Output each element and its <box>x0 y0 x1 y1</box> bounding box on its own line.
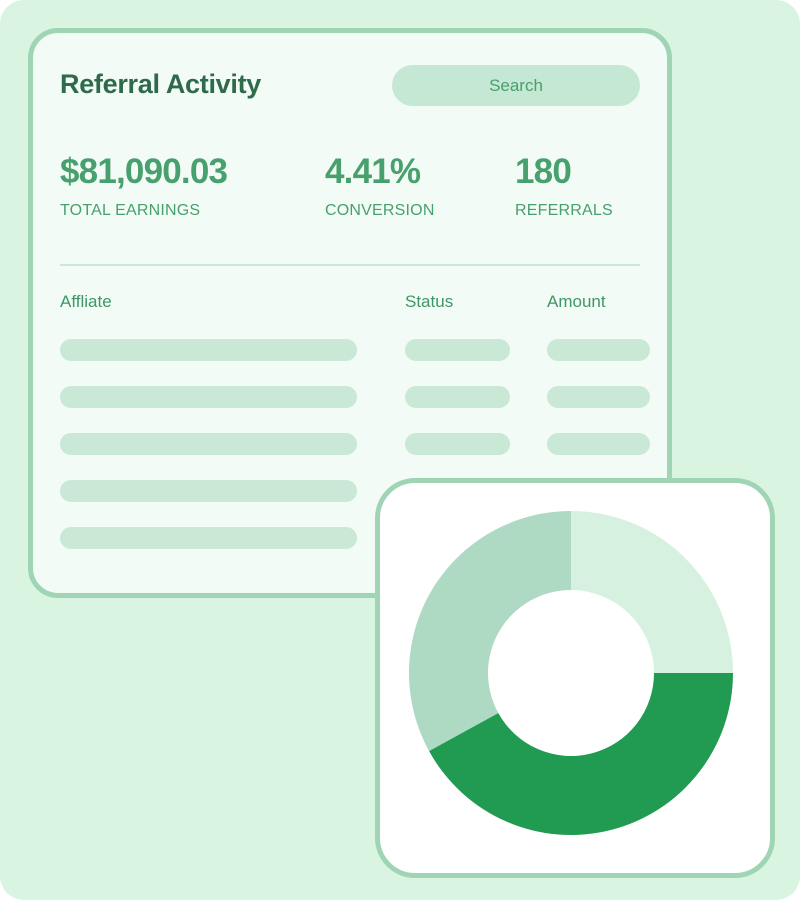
page-title: Referral Activity <box>60 69 261 99</box>
column-header-amount[interactable]: Amount <box>547 292 606 312</box>
stat-total-earnings: $81,090.03 TOTAL EARNINGS <box>60 151 228 220</box>
skeleton-bar-affiliate <box>60 386 357 408</box>
stat-conversion-value: 4.41% <box>325 152 421 191</box>
skeleton-bar-status <box>405 433 510 455</box>
section-divider <box>60 264 640 266</box>
skeleton-bar-amount <box>547 339 650 361</box>
skeleton-bar-amount <box>547 433 650 455</box>
table-row[interactable] <box>60 386 650 408</box>
column-header-status[interactable]: Status <box>405 292 453 312</box>
table-row[interactable] <box>60 433 650 455</box>
donut-slice[interactable] <box>571 511 733 673</box>
skeleton-bar-status <box>405 386 510 408</box>
donut-chart-svg <box>409 511 733 836</box>
skeleton-bar-amount <box>547 386 650 408</box>
stat-conversion: 4.41% CONVERSION <box>325 151 435 220</box>
page-root: Referral Activity Search $81,090.03 TOTA… <box>0 0 800 900</box>
donut-slice[interactable] <box>409 511 571 752</box>
skeleton-bar-affiliate <box>60 339 357 361</box>
skeleton-bar-status <box>405 339 510 361</box>
stat-total-earnings-label: TOTAL EARNINGS <box>60 202 201 219</box>
skeleton-bar-affiliate <box>60 433 357 455</box>
donut-chart <box>409 511 733 836</box>
table-row[interactable] <box>60 339 650 361</box>
stats-row: $81,090.03 TOTAL EARNINGS 4.41% CONVERSI… <box>60 151 640 241</box>
skeleton-bar-affiliate <box>60 480 357 502</box>
skeleton-bar-affiliate <box>60 527 357 549</box>
stat-referrals-label: REFERRALS <box>515 202 613 219</box>
stat-total-earnings-value: $81,090.03 <box>60 152 228 191</box>
search-input[interactable]: Search <box>392 65 640 106</box>
donut-chart-card <box>375 478 775 878</box>
table-header-row: Affliate Status Amount <box>60 292 640 316</box>
stat-referrals: 180 REFERRALS <box>515 151 613 220</box>
stat-referrals-value: 180 <box>515 152 572 191</box>
stat-conversion-label: CONVERSION <box>325 202 435 219</box>
card-header: Referral Activity Search <box>60 65 640 113</box>
search-input-label: Search <box>489 75 543 95</box>
column-header-affiliate[interactable]: Affliate <box>60 292 112 312</box>
